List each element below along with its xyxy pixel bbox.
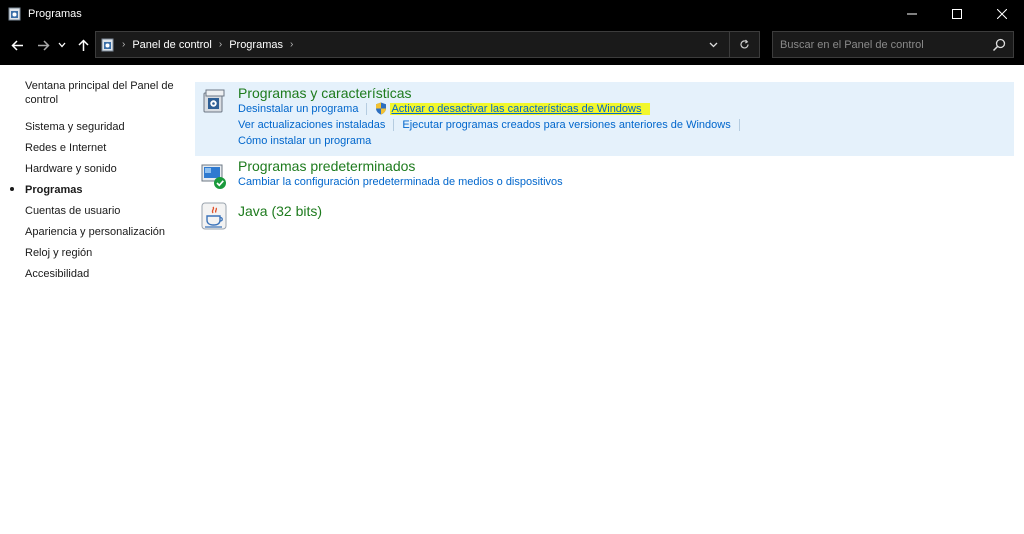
close-icon [996,8,1007,19]
task-row: Ver actualizaciones instaladas Ejecutar … [238,119,748,131]
title-bar: Programas [0,0,1024,27]
task-row: Cómo instalar un programa [238,135,371,147]
category-title-programs-features[interactable]: Programas y características [238,85,412,101]
search-icon[interactable] [991,37,1007,53]
maximize-icon [951,8,962,19]
refresh-button[interactable] [729,32,759,57]
task-separator [738,119,740,131]
arrow-right-icon [37,39,50,51]
refresh-icon [740,39,749,49]
sidebar-item-user-accounts[interactable]: Cuentas de usuario [25,204,185,218]
default-programs-icon [201,164,226,189]
sidebar-item-appearance[interactable]: Apariencia y personalización [25,225,185,239]
breadcrumb-separator-icon[interactable]: › [290,39,293,50]
forward-button[interactable] [34,35,52,55]
breadcrumb-control-panel[interactable]: Panel de control [132,39,212,51]
sidebar-item-accessibility[interactable]: Accesibilidad [25,267,185,281]
sidebar-item-network-internet[interactable]: Redes e Internet [25,141,185,155]
address-bar[interactable]: › Panel de control › Programas › [95,31,760,58]
control-panel-icon [8,7,21,20]
uac-shield-icon [376,102,387,115]
control-panel-icon [101,38,114,51]
current-item-bullet-icon [10,187,14,191]
search-box [772,31,1014,58]
search-input[interactable] [780,38,985,51]
arrow-left-icon [10,39,23,51]
change-media-defaults-link[interactable]: Cambiar la configuración predeterminada … [238,176,563,188]
installed-updates-link[interactable]: Ver actualizaciones instaladas [238,119,385,131]
programs-features-icon [203,89,225,113]
address-history-button[interactable] [703,32,723,57]
compatibility-link[interactable]: Ejecutar programas creados para versione… [402,119,730,131]
task-row: Desinstalar un programa Activar o desact… [238,102,650,115]
breadcrumb-separator-icon: › [218,39,223,50]
chevron-down-icon [709,42,717,47]
task-separator [366,102,368,115]
navigation-bar: › Panel de control › Programas › [0,27,1024,65]
sidebar-item-system-security[interactable]: Sistema y seguridad [25,120,185,134]
sidebar-item-programs[interactable]: Programas [25,183,185,197]
breadcrumb-programs[interactable]: Programas [229,39,283,51]
maximize-button[interactable] [934,0,979,27]
task-row: Cambiar la configuración predeterminada … [238,176,563,188]
recent-locations-button[interactable] [56,35,68,55]
category-title-java[interactable]: Java (32 bits) [238,203,322,219]
window-title: Programas [28,7,82,20]
arrow-up-icon [77,38,89,51]
java-icon [201,202,227,230]
minimize-icon [906,13,917,14]
windows-features-link[interactable]: Activar o desactivar las características… [390,102,650,115]
close-button[interactable] [979,0,1024,27]
breadcrumb-separator-icon: › [122,39,126,50]
back-button[interactable] [8,35,26,55]
sidebar: Ventana principal del Panel de control S… [0,65,190,534]
main-content: Programas y características Desinstalar … [195,65,1024,534]
chevron-down-icon [58,42,66,48]
sidebar-item-hardware-sound[interactable]: Hardware y sonido [25,162,185,176]
category-programs-features: Programas y características Desinstalar … [195,82,1014,156]
category-default-programs: Programas predeterminados Cambiar la con… [195,158,1014,194]
minimize-button[interactable] [889,0,934,27]
sidebar-item-clock-region[interactable]: Reloj y región [25,246,185,260]
up-button[interactable] [74,35,92,55]
task-separator [393,119,395,131]
how-to-install-link[interactable]: Cómo instalar un programa [238,135,371,147]
window-controls [889,0,1024,27]
category-title-default-programs[interactable]: Programas predeterminados [238,158,415,174]
sidebar-item-home[interactable]: Ventana principal del Panel de control [25,79,185,107]
uninstall-program-link[interactable]: Desinstalar un programa [238,103,358,115]
category-java: Java (32 bits) [195,200,1014,234]
